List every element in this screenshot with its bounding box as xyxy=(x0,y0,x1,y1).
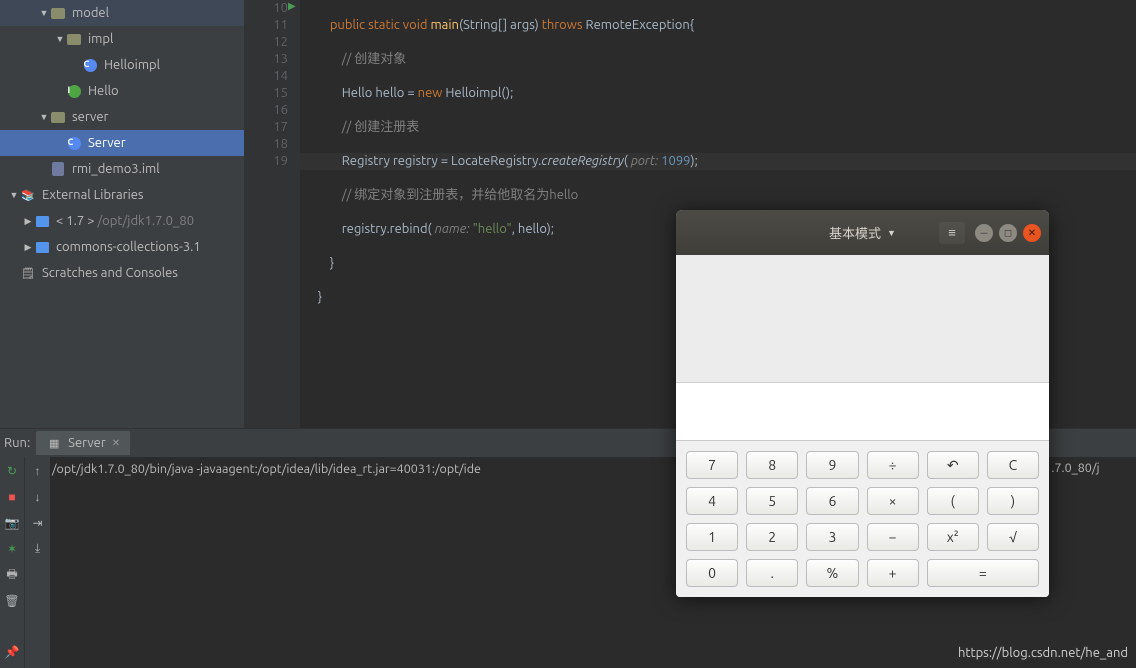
print-button[interactable]: 🖶 xyxy=(4,567,20,583)
tree-file-iml[interactable]: rmi_demo3.iml xyxy=(0,156,244,182)
key-lparen[interactable]: ( xyxy=(927,487,979,515)
project-tree: ▼model ▼impl CHelloimpl IHello ▼server C… xyxy=(0,0,244,428)
run-tab-icon: ▦ xyxy=(46,435,62,451)
tree-commons[interactable]: ▶commons-collections-3.1 xyxy=(0,234,244,260)
key-percent[interactable]: % xyxy=(806,559,858,587)
key-minus[interactable]: − xyxy=(867,523,919,551)
key-sqrt[interactable]: √ xyxy=(987,523,1039,551)
line-number: 11 xyxy=(244,17,288,34)
close-tab-icon[interactable]: ✕ xyxy=(112,437,120,449)
run-label: Run: xyxy=(4,436,30,450)
calculator-titlebar[interactable]: 基本模式▼ ≡ － ◻ ✕ xyxy=(676,210,1049,255)
scroll-end-button[interactable]: ⤓ xyxy=(30,541,46,557)
calculator-history-display xyxy=(676,255,1049,383)
camera-button[interactable]: 📷 xyxy=(4,515,20,531)
tree-label: External Libraries xyxy=(42,188,144,202)
line-number: 16 xyxy=(244,102,288,119)
key-7[interactable]: 7 xyxy=(686,451,738,479)
key-1[interactable]: 1 xyxy=(686,523,738,551)
run-tab-server[interactable]: ▦ Server ✕ xyxy=(36,431,130,455)
tree-jdk-path: /opt/jdk1.7.0_80 xyxy=(97,214,194,228)
tree-folder-model[interactable]: ▼model xyxy=(0,0,244,26)
debug-rerun-button[interactable]: ✶ xyxy=(4,541,20,557)
key-dot[interactable]: . xyxy=(746,559,798,587)
tree-label: Server xyxy=(88,136,126,150)
library-icon: 📚 xyxy=(20,187,36,203)
key-square[interactable]: x² xyxy=(927,523,979,551)
tree-label: Hello xyxy=(88,84,119,98)
tree-external-libraries[interactable]: ▼📚External Libraries xyxy=(0,182,244,208)
line-number: 18 xyxy=(244,136,288,153)
run-toolbar-col2: ↑ ↓ ⇥ ⤓ xyxy=(24,457,50,668)
key-multiply[interactable]: × xyxy=(867,487,919,515)
tree-label: < 1.7 > xyxy=(56,214,94,228)
key-equals[interactable]: = xyxy=(927,559,1039,587)
key-4[interactable]: 4 xyxy=(686,487,738,515)
line-number: 15 xyxy=(244,85,288,102)
editor-gutter: 10 11 12 13 14 15 16 17 18 19 xyxy=(244,0,300,428)
run-tab-label: Server xyxy=(68,436,106,450)
tree-label: Scratches and Consoles xyxy=(42,266,178,280)
close-button[interactable]: ✕ xyxy=(1023,224,1041,242)
calculator-keypad: 7 8 9 ÷ ↶ C 4 5 6 × ( ) 1 2 3 − x² √ 0 .… xyxy=(676,441,1049,597)
run-gutter-icon[interactable]: ▶ xyxy=(288,0,296,12)
tree-label: server xyxy=(72,110,108,124)
rerun-button[interactable]: ↻ xyxy=(4,463,20,479)
calculator-mode-dropdown[interactable]: 基本模式▼ xyxy=(829,223,896,242)
line-number: 19 xyxy=(244,153,288,170)
run-toolbar-col1: ↻ ■ 📷 ✶ 🖶 🗑 📌 xyxy=(0,457,24,668)
calculator-display xyxy=(676,255,1049,441)
tree-class-helloimpl[interactable]: CHelloimpl xyxy=(0,52,244,78)
tree-jdk[interactable]: ▶< 1.7 > /opt/jdk1.7.0_80 xyxy=(0,208,244,234)
line-number: 13 xyxy=(244,51,288,68)
line-number: 10 xyxy=(244,0,288,17)
calculator-menu-button[interactable]: ≡ xyxy=(939,222,965,244)
minimize-button[interactable]: － xyxy=(975,224,993,242)
tree-label: model xyxy=(72,6,109,20)
tree-folder-impl[interactable]: ▼impl xyxy=(0,26,244,52)
tree-class-server[interactable]: CServer xyxy=(0,130,244,156)
tree-scratches[interactable]: 🗒 Scratches and Consoles xyxy=(0,260,244,286)
key-clear[interactable]: C xyxy=(987,451,1039,479)
tree-folder-server[interactable]: ▼server xyxy=(0,104,244,130)
key-plus[interactable]: + xyxy=(867,559,919,587)
line-number: 14 xyxy=(244,68,288,85)
line-number: 12 xyxy=(244,34,288,51)
key-5[interactable]: 5 xyxy=(746,487,798,515)
attribution-watermark: https://blog.csdn.net/he_and xyxy=(958,646,1128,660)
scratches-icon: 🗒 xyxy=(20,265,36,281)
down-button[interactable]: ↓ xyxy=(30,489,46,505)
calculator-window[interactable]: 基本模式▼ ≡ － ◻ ✕ 7 8 9 ÷ ↶ C 4 5 6 × ( ) 1 … xyxy=(676,210,1049,597)
stop-button[interactable]: ■ xyxy=(4,489,20,505)
wrap-button[interactable]: ⇥ xyxy=(30,515,46,531)
key-rparen[interactable]: ) xyxy=(987,487,1039,515)
key-8[interactable]: 8 xyxy=(746,451,798,479)
key-2[interactable]: 2 xyxy=(746,523,798,551)
tree-label: commons-collections-3.1 xyxy=(56,240,201,254)
chevron-down-icon: ▼ xyxy=(887,228,896,238)
trash-button[interactable]: 🗑 xyxy=(4,593,20,609)
up-button[interactable]: ↑ xyxy=(30,463,46,479)
key-backspace[interactable]: ↶ xyxy=(927,451,979,479)
maximize-button[interactable]: ◻ xyxy=(999,224,1017,242)
tree-label: Helloimpl xyxy=(104,58,160,72)
key-3[interactable]: 3 xyxy=(806,523,858,551)
tree-interface-hello[interactable]: IHello xyxy=(0,78,244,104)
key-0[interactable]: 0 xyxy=(686,559,738,587)
tree-label: impl xyxy=(88,32,113,46)
key-9[interactable]: 9 xyxy=(806,451,858,479)
key-divide[interactable]: ÷ xyxy=(867,451,919,479)
line-number: 17 xyxy=(244,119,288,136)
tree-label: rmi_demo3.iml xyxy=(72,162,160,176)
pin-button[interactable]: 📌 xyxy=(4,644,20,660)
key-6[interactable]: 6 xyxy=(806,487,858,515)
